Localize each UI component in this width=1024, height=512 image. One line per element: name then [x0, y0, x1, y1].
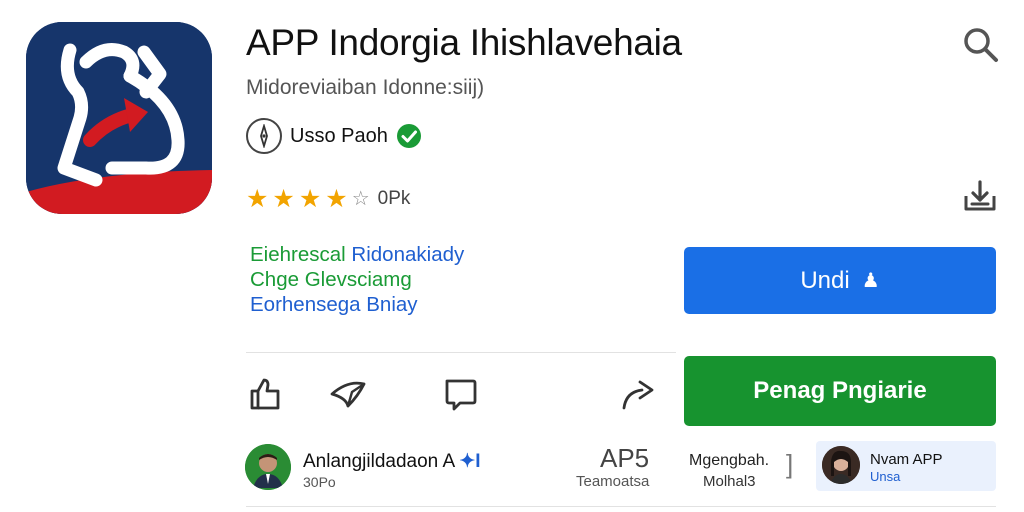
share-button[interactable]	[618, 374, 658, 414]
profile-name[interactable]: Anlangjildadaon A ✦I	[303, 450, 481, 473]
profile-name-text: Anlangjildadaon A	[303, 451, 455, 472]
share-icon	[622, 380, 654, 410]
rating-row: ★ ★ ★ ★ ☆ 0Pk	[246, 184, 410, 214]
description-line: Eiehrescal	[250, 243, 346, 266]
comment-button[interactable]	[440, 374, 480, 414]
description-line: Ridonakiady	[351, 243, 465, 266]
app-subtitle: Midoreviaiban Idonne:siij)	[246, 76, 485, 99]
avatar	[822, 446, 860, 484]
developer-row[interactable]: Usso Paoh	[246, 118, 422, 154]
star-icon: ★	[272, 184, 295, 213]
install-icon	[964, 180, 996, 211]
star-icon: ★	[298, 184, 322, 213]
badge-icon: ✦I	[459, 451, 481, 472]
divider	[246, 506, 996, 507]
thumbs-up-icon	[250, 378, 280, 410]
rating-count: 0Pk	[377, 188, 411, 209]
profile-subtext: 30Po	[303, 474, 336, 490]
send-button[interactable]	[328, 374, 368, 414]
meta-line: Mgengbah.	[689, 452, 770, 469]
pawn-icon: ♟	[861, 270, 880, 292]
primary-button-label: Undi	[800, 266, 850, 294]
card-title: Nvam APP	[870, 451, 943, 468]
like-button[interactable]	[246, 374, 286, 414]
compass-icon	[246, 118, 282, 154]
stat-label: Teamoatsa	[576, 473, 650, 490]
meta-line: Molhal3	[703, 473, 756, 490]
secondary-action-button[interactable]: Penag Pngiarie	[684, 356, 996, 426]
developer-name[interactable]: Usso Paoh	[290, 125, 388, 148]
bracket-glyph: ]	[786, 449, 794, 479]
card-subtitle: Unsa	[870, 469, 901, 484]
primary-action-button[interactable]: Undi ♟	[684, 247, 996, 314]
secondary-button-label: Penag Pngiarie	[753, 377, 927, 404]
app-title: APP Indorgia Ihishlavehaia	[246, 22, 682, 63]
divider	[246, 352, 676, 353]
star-icon: ★	[246, 184, 269, 213]
search-button[interactable]	[960, 24, 1002, 66]
empty-star-icon: ☆	[351, 188, 370, 210]
app-description: Eiehrescal Ridonakiady Chge Glevsciamg E…	[250, 242, 464, 317]
avatar[interactable]	[245, 444, 291, 490]
search-icon	[964, 28, 998, 62]
half-star-icon: ★	[325, 184, 348, 213]
verified-check-icon	[396, 124, 421, 148]
description-line: Chge Glevsciamg	[250, 268, 412, 291]
send-icon	[330, 381, 366, 408]
related-app-card[interactable]: Nvam APP Unsa	[816, 441, 996, 491]
stat-value: AP5	[600, 443, 650, 473]
description-line: Eorhensega Bniay	[250, 293, 418, 316]
comment-icon	[445, 379, 477, 411]
install-button[interactable]	[962, 178, 998, 214]
app-icon	[26, 22, 212, 214]
